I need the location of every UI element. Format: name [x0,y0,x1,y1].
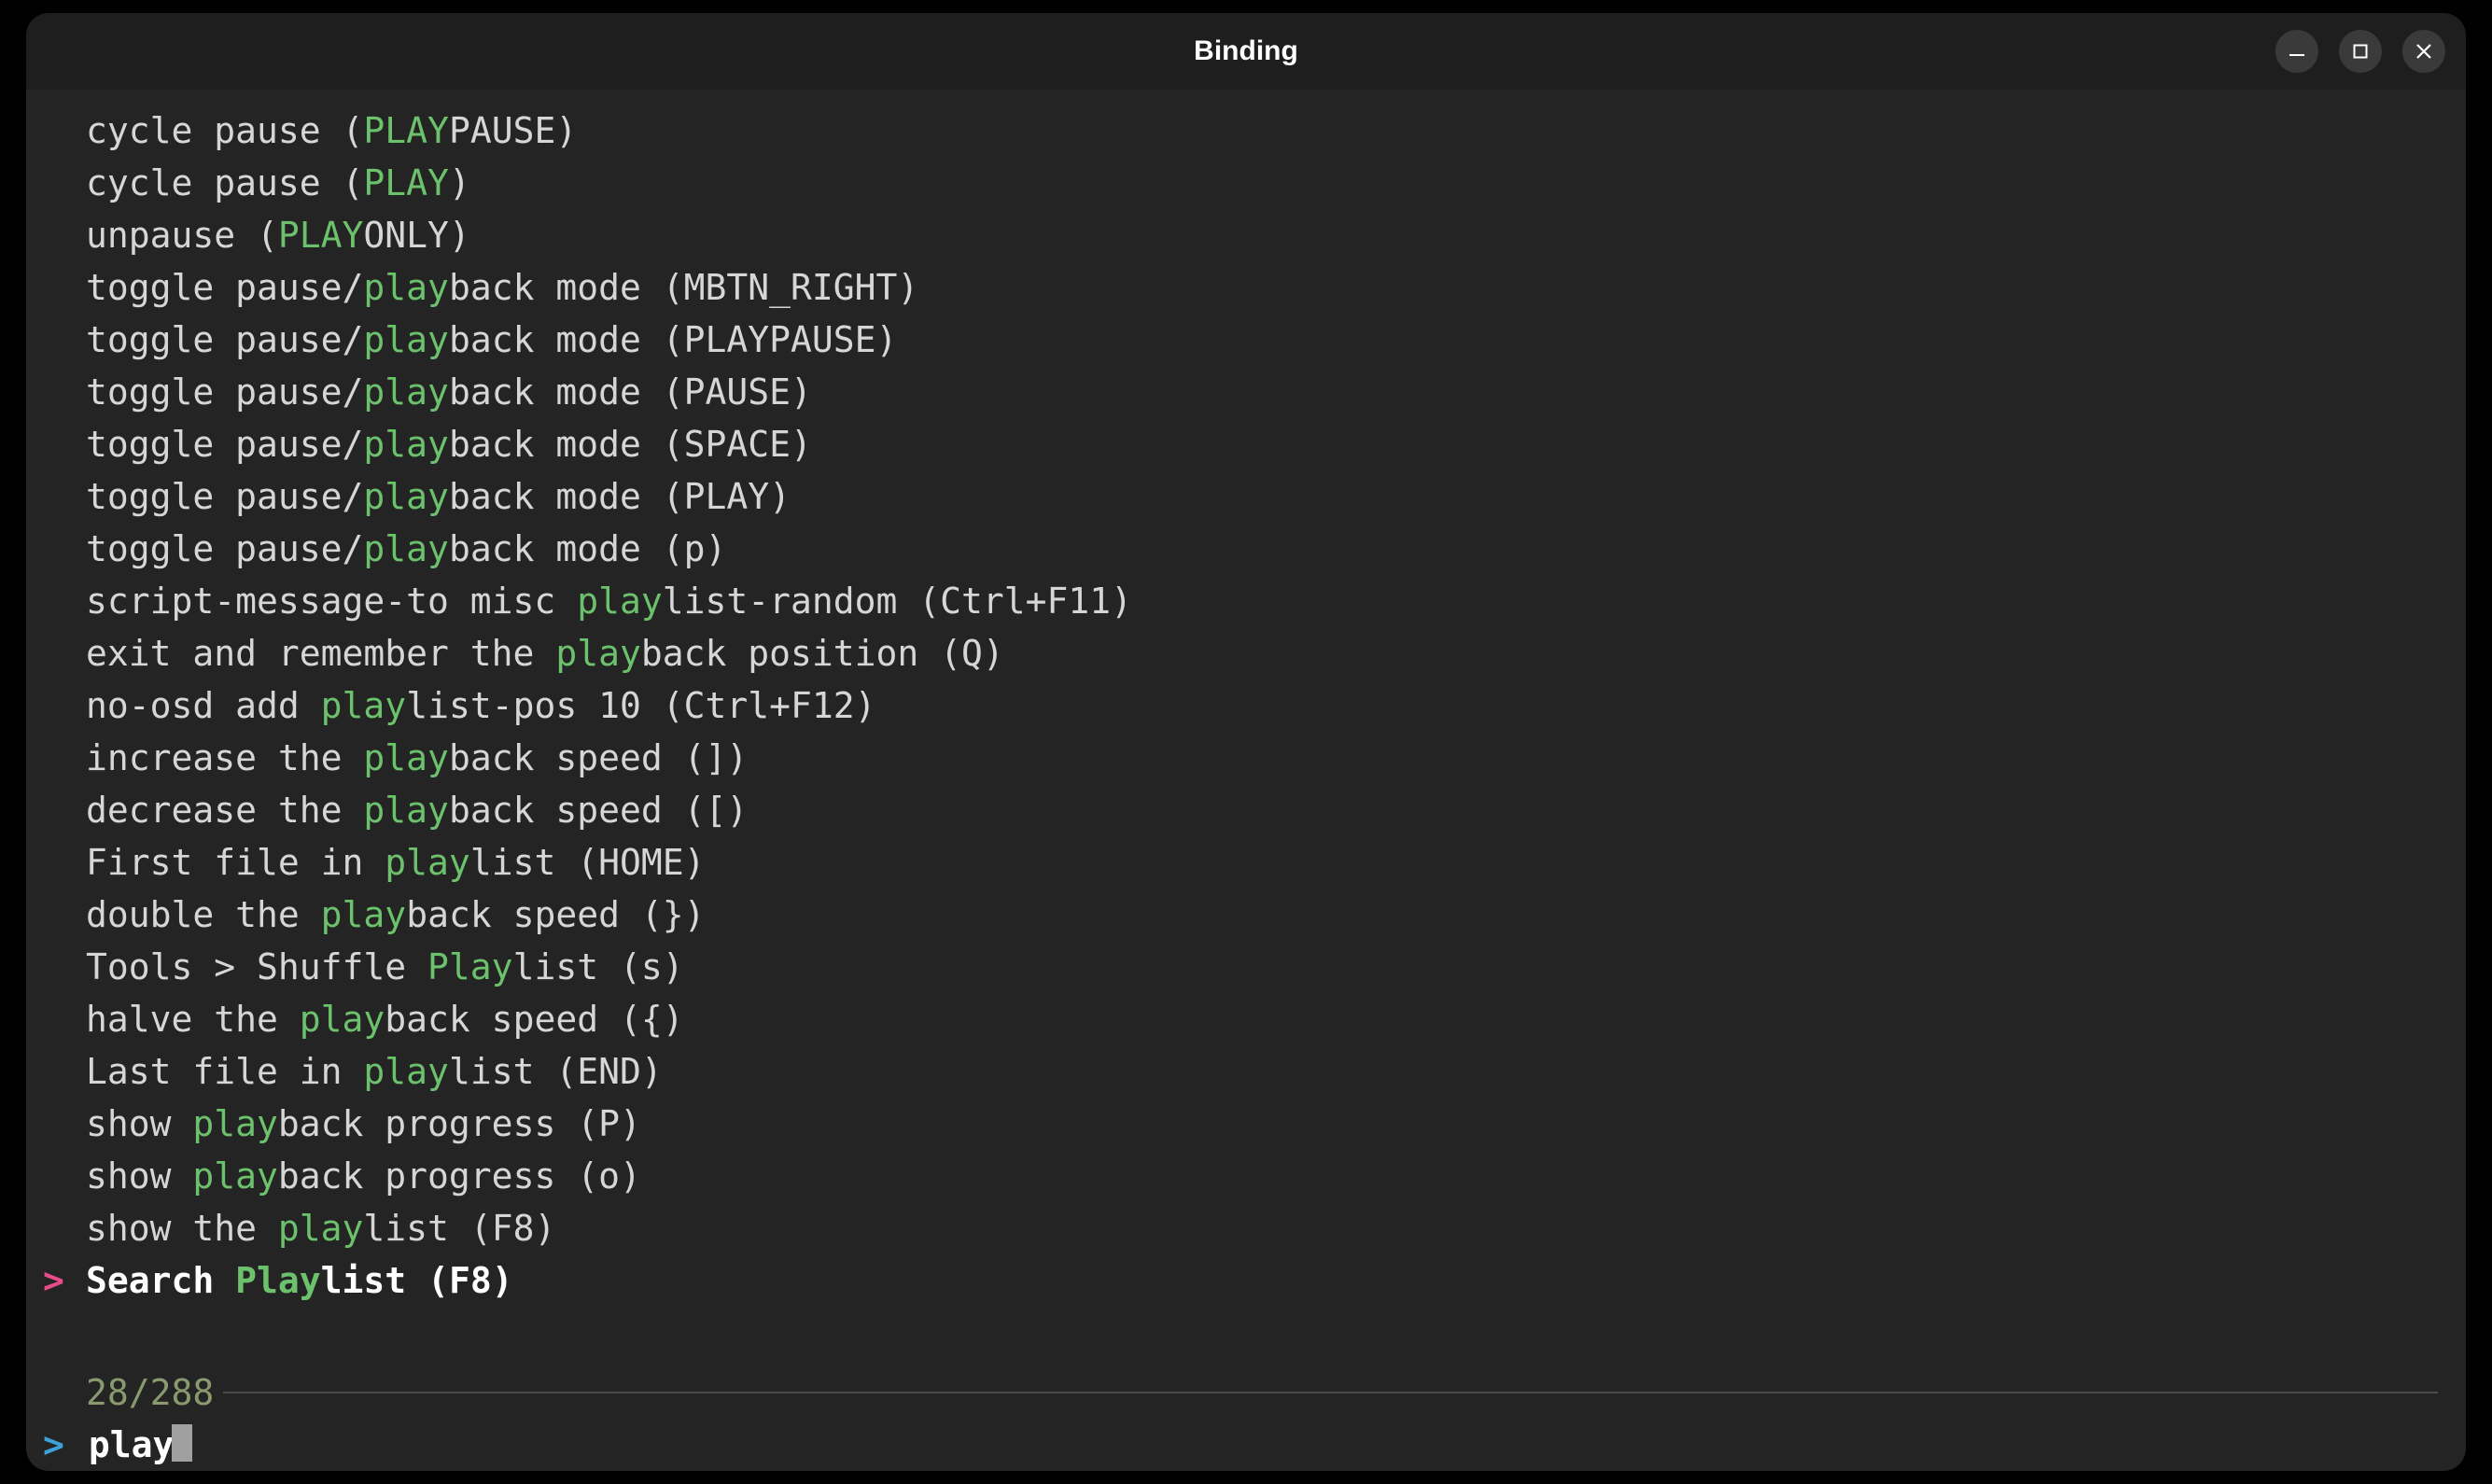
result-line[interactable]: Search Playlist (F8) [26,1254,2466,1307]
result-line[interactable]: increase the playback speed (]) [26,732,2466,784]
result-line[interactable]: toggle pause/playback mode (SPACE) [26,418,2466,470]
match-highlight: PLAY [278,215,364,256]
result-line[interactable]: no-osd add playlist-pos 10 (Ctrl+F12) [26,679,2466,732]
status-row: 28/288 [26,1366,2466,1419]
match-highlight: play [363,267,449,308]
match-highlight: play [385,842,470,883]
maximize-button[interactable] [2339,30,2382,73]
app-window: Binding cycle pause (PLAYPAUSE)cycle pau… [26,13,2466,1471]
result-line[interactable]: show the playlist (F8) [26,1202,2466,1254]
result-line[interactable]: toggle pause/playback mode (PLAY) [26,470,2466,523]
match-highlight: Play [235,1260,321,1301]
match-highlight: play [321,894,407,935]
close-icon [2415,43,2432,60]
match-highlight: PLAY [363,110,449,151]
result-line[interactable]: exit and remember the playback position … [26,627,2466,679]
match-highlight: play [363,319,449,360]
result-line[interactable]: First file in playlist (HOME) [26,836,2466,889]
match-highlight: play [363,528,449,569]
search-prompt-row[interactable]: > play [26,1419,2466,1471]
close-button[interactable] [2402,30,2445,73]
window-controls [2275,30,2445,73]
result-line[interactable]: decrease the playback speed ([) [26,784,2466,836]
result-line[interactable]: toggle pause/playback mode (PLAYPAUSE) [26,314,2466,366]
result-line[interactable]: Tools > Shuffle Playlist (s) [26,941,2466,993]
match-highlight: play [363,476,449,517]
result-line[interactable]: toggle pause/playback mode (p) [26,523,2466,575]
match-highlight: play [363,790,449,831]
result-line[interactable]: cycle pause (PLAY) [26,157,2466,209]
window-title: Binding [1194,35,1298,67]
result-line[interactable]: toggle pause/playback mode (MBTN_RIGHT) [26,261,2466,314]
result-line[interactable]: show playback progress (o) [26,1150,2466,1202]
match-highlight: play [300,999,385,1040]
match-highlight: play [363,737,449,778]
result-line[interactable]: unpause (PLAYONLY) [26,209,2466,261]
minimize-button[interactable] [2275,30,2318,73]
match-highlight: Play [427,946,513,987]
maximize-icon [2353,44,2368,59]
match-highlight: play [363,1051,449,1092]
content-area: cycle pause (PLAYPAUSE)cycle pause (PLAY… [26,90,2466,1471]
search-input[interactable]: play [89,1419,175,1471]
match-highlight: PLAY [363,162,449,203]
result-line[interactable]: script-message-to misc playlist-random (… [26,575,2466,627]
match-highlight: play [577,581,663,622]
match-highlight: play [363,424,449,465]
results-list[interactable]: cycle pause (PLAYPAUSE)cycle pause (PLAY… [26,105,2466,1366]
result-line[interactable]: halve the playback speed ({) [26,993,2466,1045]
minimize-icon [2289,43,2305,60]
result-line[interactable]: toggle pause/playback mode (PAUSE) [26,366,2466,418]
match-highlight: play [192,1103,278,1144]
text-cursor [172,1424,192,1462]
prompt-marker: > [43,1419,89,1471]
result-line[interactable]: show playback progress (P) [26,1098,2466,1150]
result-line[interactable]: double the playback speed (}) [26,889,2466,941]
match-highlight: play [192,1155,278,1197]
match-highlight: play [555,633,641,674]
match-highlight: play [363,371,449,413]
match-highlight: play [278,1208,364,1249]
result-line[interactable]: cycle pause (PLAYPAUSE) [26,105,2466,157]
titlebar: Binding [26,13,2466,90]
match-highlight: play [321,685,407,726]
result-line[interactable]: Last file in playlist (END) [26,1045,2466,1098]
divider-line [223,1392,2438,1393]
result-count: 28/288 [86,1366,223,1419]
